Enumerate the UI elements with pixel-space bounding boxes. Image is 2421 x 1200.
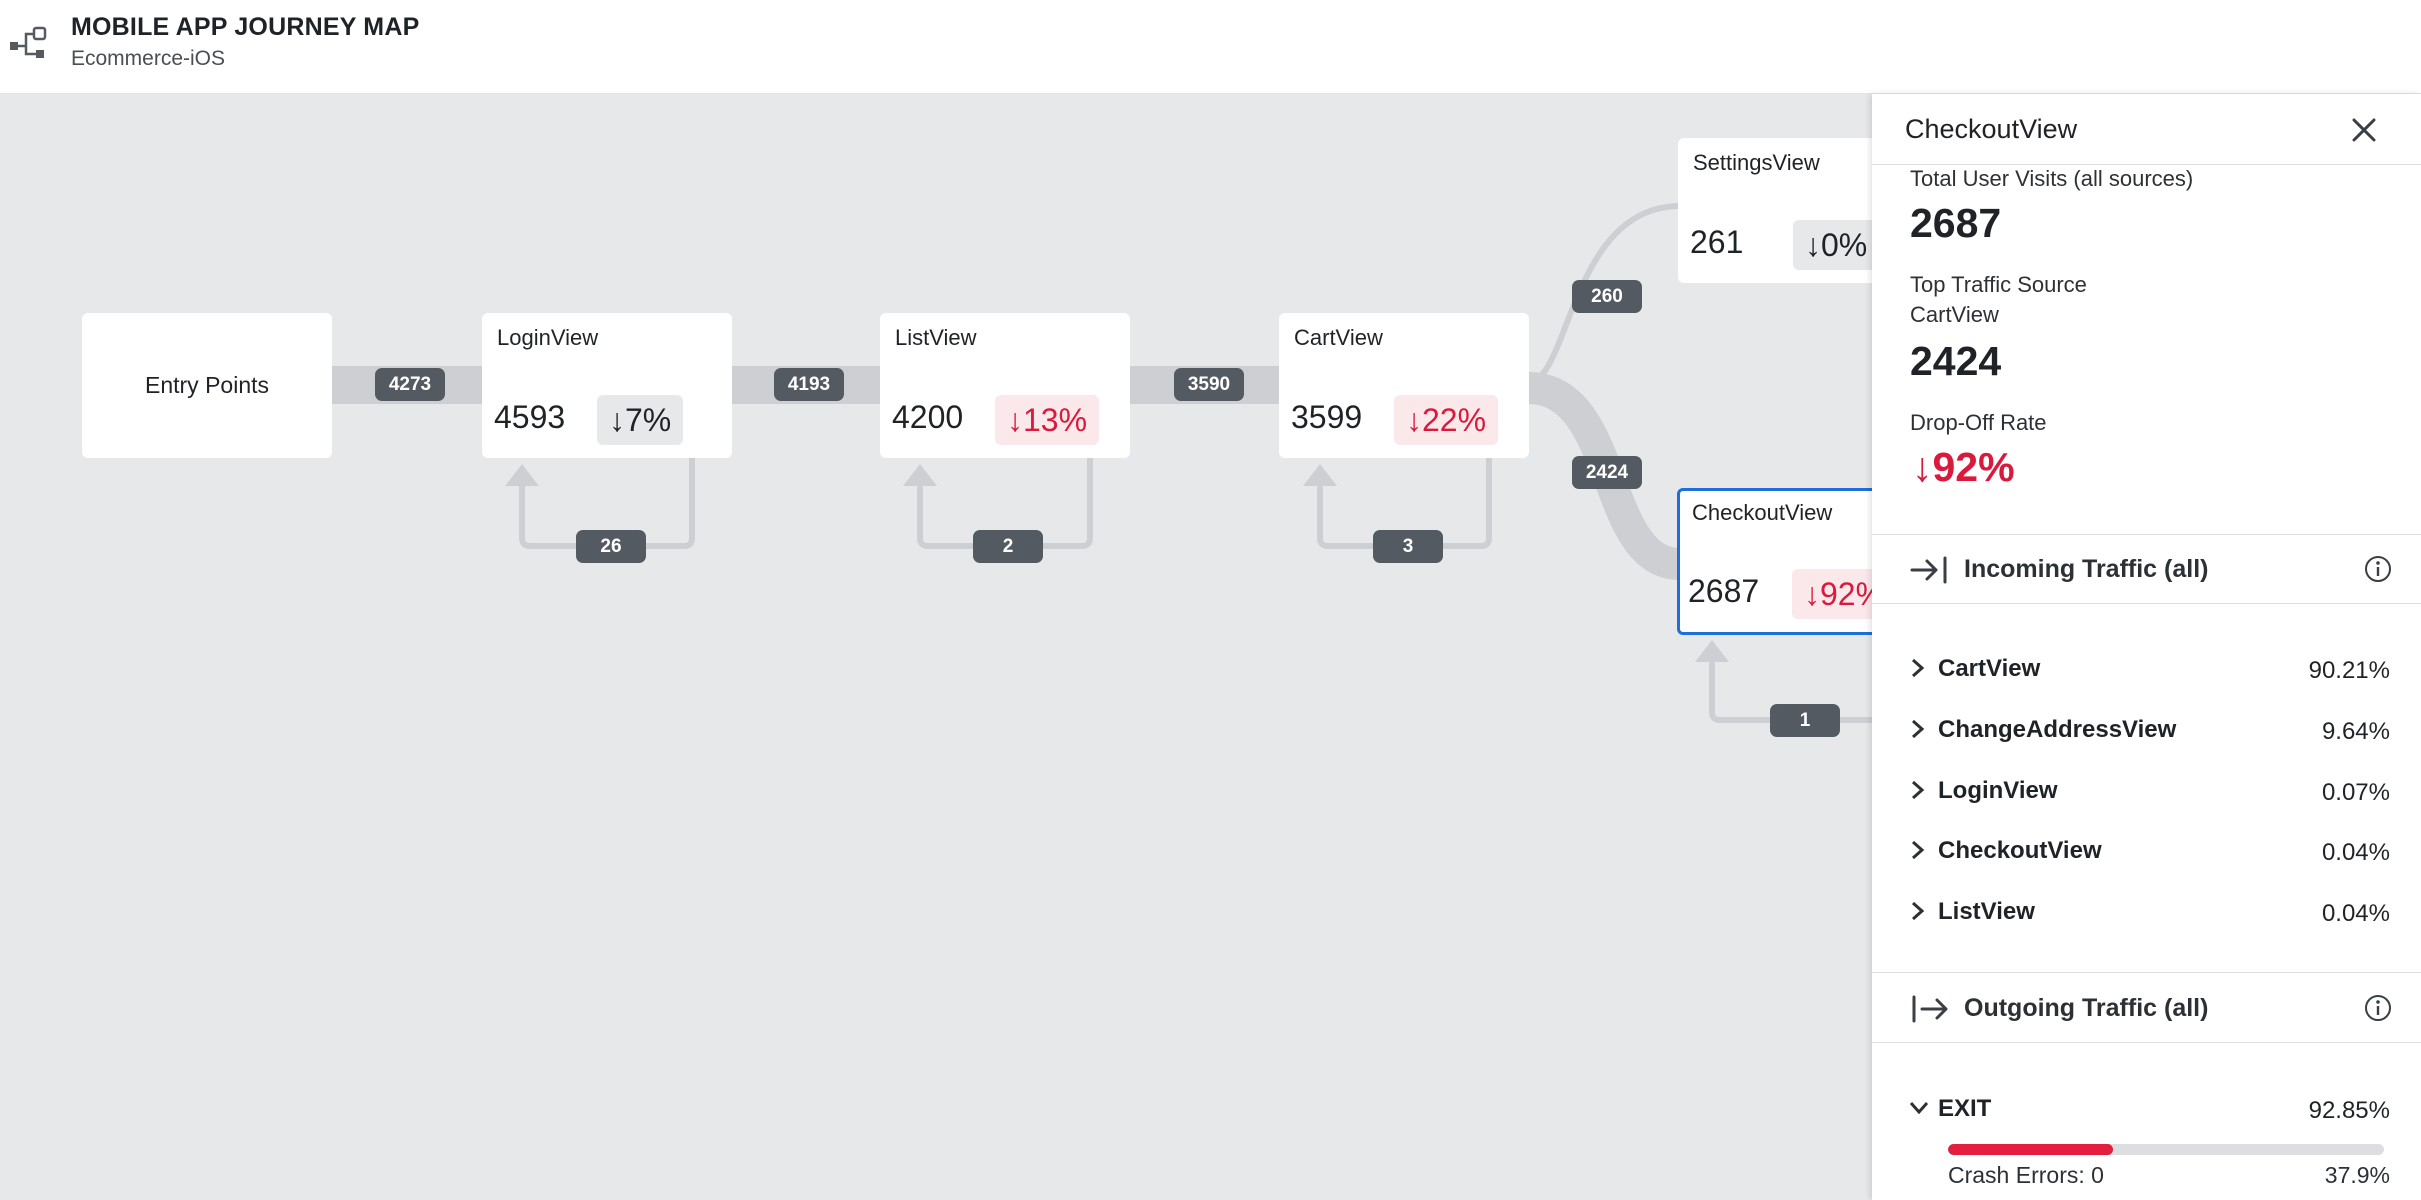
- crash-errors-pct: 37.9%: [2324, 1162, 2390, 1188]
- page-title: MOBILE APP JOURNEY MAP: [71, 13, 420, 41]
- node-name: LoginView: [497, 325, 599, 350]
- incoming-item-pct: 9.64%: [2321, 718, 2390, 745]
- node-count: 4200: [892, 399, 964, 435]
- total-visits-value: 2687: [1910, 200, 2002, 246]
- outgoing-traffic-header: Outgoing Traffic (all): [1872, 973, 2421, 1043]
- node-loginview[interactable]: LoginView 4593 ↓7%: [482, 313, 732, 458]
- divider: [1872, 603, 2421, 604]
- arrow-into-bar-icon: [1910, 556, 1947, 584]
- node-name: CheckoutView: [1692, 500, 1833, 525]
- incoming-item-name: LoginView: [1938, 777, 2058, 804]
- loop-count-cart[interactable]: 3: [1373, 530, 1443, 563]
- incoming-item-name: CartView: [1938, 655, 2041, 682]
- loop-cart-arrow: [1303, 464, 1337, 486]
- loop-login-arrow: [505, 464, 539, 486]
- link-count-cart-settings[interactable]: 260: [1572, 280, 1642, 313]
- incoming-item[interactable]: ChangeAddressView 9.64%: [1872, 704, 2421, 754]
- node-name: CartView: [1294, 325, 1383, 350]
- chevron-right-icon: [1912, 719, 1925, 739]
- node-checkoutview[interactable]: CheckoutView 2687 ↓92%: [1677, 488, 1872, 635]
- incoming-item[interactable]: LoginView 0.07%: [1872, 765, 2421, 815]
- node-count: 4593: [494, 399, 566, 435]
- total-visits-label: Total User Visits (all sources): [1910, 166, 2194, 191]
- node-name: ListView: [895, 325, 977, 350]
- change-badge: ↓22%: [1394, 395, 1499, 445]
- incoming-item[interactable]: CartView 90.21%: [1872, 643, 2421, 693]
- node-cartview[interactable]: CartView 3599 ↓22%: [1279, 313, 1529, 458]
- incoming-item-pct: 90.21%: [2308, 657, 2390, 684]
- incoming-item-name: ListView: [1938, 898, 2035, 925]
- chevron-right-icon: [1912, 780, 1925, 800]
- incoming-item[interactable]: ListView 0.04%: [1872, 886, 2421, 936]
- crash-errors-bar: [1948, 1144, 2384, 1155]
- change-badge: ↓92%: [1792, 569, 1872, 619]
- drop-off-value: ↓92%: [1912, 444, 2015, 490]
- journey-map-icon: [10, 26, 47, 58]
- loop-count-list[interactable]: 2: [973, 530, 1043, 563]
- link-count-list-cart[interactable]: 3590: [1174, 368, 1244, 401]
- drop-off-label: Drop-Off Rate: [1910, 410, 2047, 435]
- top-source-label: Top Traffic Source: [1910, 272, 2087, 297]
- outgoing-traffic-label: Outgoing Traffic (all): [1964, 994, 2209, 1022]
- app-header: MOBILE APP JOURNEY MAP Ecommerce-iOS: [0, 0, 2421, 94]
- flow-links: [330, 203, 1872, 723]
- link-count-login-list[interactable]: 4193: [774, 368, 844, 401]
- outgoing-item-exit[interactable]: EXIT 92.85%: [1872, 1083, 2421, 1133]
- outgoing-item-name: EXIT: [1938, 1095, 1992, 1122]
- incoming-item-name: CheckoutView: [1938, 837, 2102, 864]
- top-source-name: CartView: [1910, 302, 1999, 327]
- chevron-right-icon: [1912, 901, 1925, 921]
- app-name: Ecommerce-iOS: [71, 47, 226, 70]
- panel-title: CheckoutView: [1905, 114, 2078, 144]
- entry-points-node[interactable]: Entry Points: [82, 313, 332, 458]
- close-icon[interactable]: [2344, 110, 2384, 150]
- chevron-right-icon: [1912, 658, 1925, 678]
- link-count-entry-login[interactable]: 4273: [375, 368, 445, 401]
- top-source-value: 2424: [1910, 338, 2002, 384]
- node-details-panel: CheckoutView Total User Visits (all sour…: [1872, 94, 2421, 1200]
- node-count: 3599: [1291, 399, 1363, 435]
- incoming-traffic-label: Incoming Traffic (all): [1964, 555, 2209, 583]
- loop-count-login[interactable]: 26: [576, 530, 646, 563]
- loop-list-arrow: [903, 464, 937, 486]
- change-badge: ↓13%: [995, 395, 1100, 445]
- crash-errors-label: Crash Errors: 0: [1948, 1162, 2104, 1188]
- change-badge: ↓7%: [597, 395, 684, 445]
- incoming-item[interactable]: CheckoutView 0.04%: [1872, 825, 2421, 875]
- link-count-cart-checkout[interactable]: 2424: [1572, 456, 1642, 489]
- divider: [1872, 164, 2421, 165]
- node-name: SettingsView: [1693, 150, 1820, 175]
- chevron-down-icon: [1909, 1102, 1929, 1115]
- node-listview[interactable]: ListView 4200 ↓13%: [880, 313, 1130, 458]
- info-icon[interactable]: [2363, 554, 2393, 584]
- incoming-item-pct: 0.07%: [2321, 779, 2390, 806]
- incoming-traffic-header: Incoming Traffic (all): [1872, 534, 2421, 604]
- loop-count-checkout[interactable]: 1: [1770, 704, 1840, 737]
- crash-errors-bar-fill: [1948, 1144, 2114, 1155]
- change-badge: ↓0%: [1793, 220, 1872, 270]
- info-icon[interactable]: [2363, 993, 2393, 1023]
- node-settingsview[interactable]: SettingsView 261 ↓0%: [1678, 138, 1872, 283]
- chevron-right-icon: [1912, 840, 1925, 860]
- arrow-out-of-bar-icon: [1912, 995, 1948, 1023]
- incoming-item-pct: 0.04%: [2321, 900, 2390, 927]
- loop-checkout-arrow: [1695, 640, 1729, 662]
- outgoing-item-pct: 92.85%: [2308, 1097, 2390, 1124]
- node-count: 2687: [1688, 573, 1760, 609]
- journey-canvas[interactable]: Entry Points LoginView 4593 ↓7% ListView…: [0, 94, 1872, 1200]
- divider: [1872, 1042, 2421, 1043]
- incoming-item-name: ChangeAddressView: [1938, 716, 2177, 743]
- entry-points-label: Entry Points: [145, 372, 269, 398]
- incoming-item-pct: 0.04%: [2321, 839, 2390, 866]
- node-count: 261: [1690, 224, 1744, 260]
